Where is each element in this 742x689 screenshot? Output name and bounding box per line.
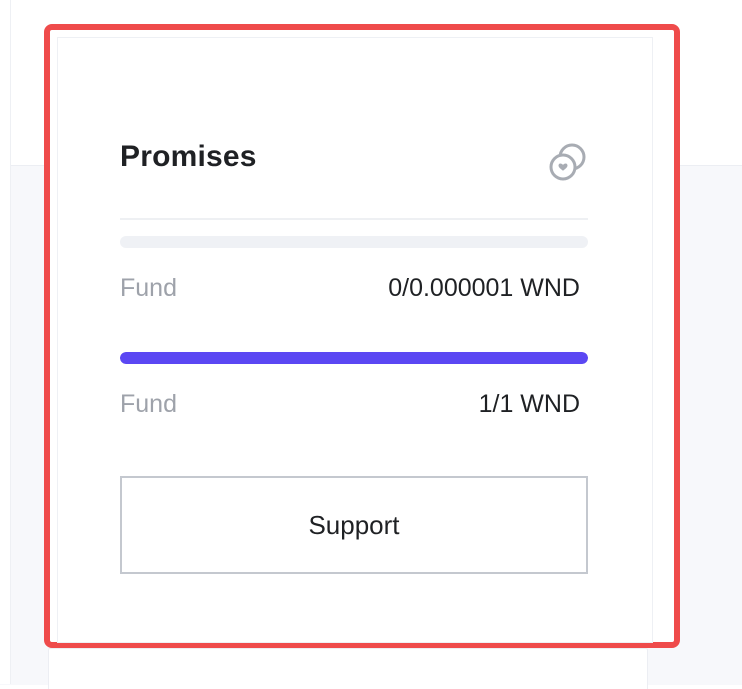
fund-label-2: Fund	[120, 390, 177, 418]
page-left-edge	[0, 0, 11, 684]
fund-value-2: 1/1 WND	[478, 390, 580, 418]
fund-progress-bar-2	[120, 352, 588, 364]
fund-progress-fill-2	[120, 352, 588, 364]
highlight-outline: Promises Fund 0/0.000001 WND Fund 1/1 WN…	[44, 24, 680, 648]
promises-card: Promises Fund 0/0.000001 WND Fund 1/1 WN…	[58, 38, 652, 642]
support-button[interactable]: Support	[120, 476, 588, 574]
fund-progress-bar-1	[120, 236, 588, 248]
card-header: Promises	[120, 116, 588, 220]
fund-label-1: Fund	[120, 274, 177, 302]
fund-value-1: 0/0.000001 WND	[388, 274, 580, 302]
card-title: Promises	[120, 140, 257, 173]
next-card-partial	[48, 648, 648, 689]
coins-icon	[549, 143, 586, 181]
